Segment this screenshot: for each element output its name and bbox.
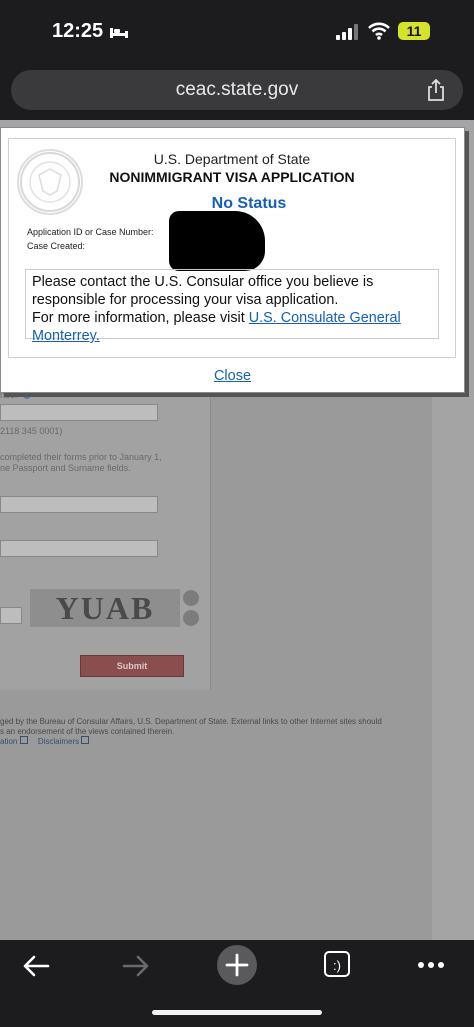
field-hint: 2118 345 0001) — [0, 426, 63, 436]
notice-line-2: ne Passport and Surname fields. — [0, 463, 131, 473]
cellular-signal-icon — [336, 24, 358, 40]
external-link-icon — [19, 736, 28, 744]
footer-text-1: ged by the Bureau of Consular Affairs, U… — [0, 717, 382, 726]
external-link-icon — [81, 736, 90, 744]
modal-content: U.S. Department of State NONIMMIGRANT VI… — [8, 138, 456, 358]
close-link[interactable]: Close — [1, 368, 464, 384]
footer-text-2: s an endorsement of the views contained … — [0, 727, 175, 736]
home-indicator — [152, 1010, 322, 1015]
battery-indicator: 11 — [398, 22, 430, 40]
case-created-label: Case Created: — [27, 241, 86, 251]
plus-icon — [225, 953, 249, 977]
captcha-image: YUAB — [30, 589, 180, 627]
footer-link-information[interactable]: ation — [0, 737, 17, 746]
back-arrow-icon[interactable] — [22, 955, 50, 977]
application-id-input[interactable] — [0, 404, 158, 421]
status-modal: U.S. Department of State NONIMMIGRANT VI… — [0, 127, 465, 393]
sleep-focus-icon — [110, 28, 128, 38]
notice-line-1: completed their forms prior to January 1… — [0, 452, 162, 462]
application-title: NONIMMIGRANT VISA APPLICATION — [109, 169, 355, 185]
clock-time: 12:25 — [52, 20, 104, 42]
captcha-audio-icon[interactable] — [183, 610, 199, 626]
share-icon[interactable] — [426, 79, 446, 101]
forward-arrow-icon[interactable] — [122, 955, 150, 977]
captcha-refresh-icon[interactable] — [183, 590, 199, 606]
form-section: nber 2118 345 0001) completed their form… — [0, 390, 211, 690]
new-tab-button[interactable] — [217, 945, 257, 985]
redaction-mark — [169, 211, 265, 271]
url-bar[interactable]: ceac.state.gov — [11, 70, 463, 110]
surname-input[interactable] — [0, 540, 158, 557]
more-options-icon[interactable] — [418, 961, 444, 969]
application-id-label: Application ID or Case Number: — [27, 227, 154, 237]
message-text: Please contact the U.S. Consular office … — [32, 274, 374, 308]
passport-input[interactable] — [0, 496, 158, 513]
department-name: U.S. Department of State — [153, 151, 311, 167]
status-heading: No Status — [211, 195, 287, 212]
footer-link-disclaimers[interactable]: Disclaimers — [38, 737, 79, 746]
submit-button[interactable]: Submit — [80, 655, 184, 677]
captcha-input[interactable] — [0, 607, 22, 624]
status-message: Please contact the U.S. Consular office … — [25, 269, 439, 344]
tabs-button[interactable]: :) — [324, 951, 350, 977]
wifi-icon — [368, 22, 390, 40]
more-info-text: For more information, please visit — [32, 310, 249, 326]
